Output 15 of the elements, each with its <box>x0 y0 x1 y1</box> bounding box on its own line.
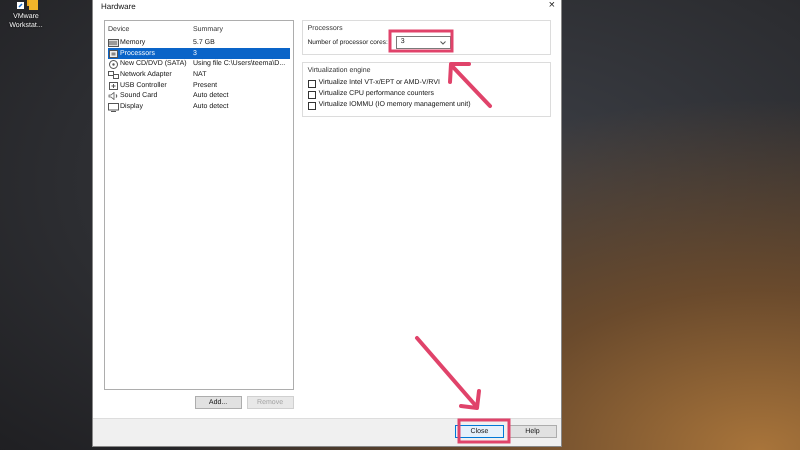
usb-icon <box>108 82 119 90</box>
highlight-frame <box>388 30 454 52</box>
window-title: Hardware <box>101 2 136 11</box>
close-icon[interactable]: × <box>548 0 555 11</box>
network-icon <box>108 71 119 80</box>
chevron-icon <box>440 40 446 44</box>
memory-icon <box>108 39 119 48</box>
checkbox[interactable] <box>308 102 316 110</box>
disc-icon <box>108 60 119 69</box>
chip-icon <box>108 50 119 58</box>
speaker-icon <box>108 92 119 100</box>
checkbox[interactable] <box>308 80 316 88</box>
checkbox[interactable] <box>308 90 316 98</box>
monitor-icon <box>108 102 119 112</box>
highlight-frame <box>458 418 510 444</box>
